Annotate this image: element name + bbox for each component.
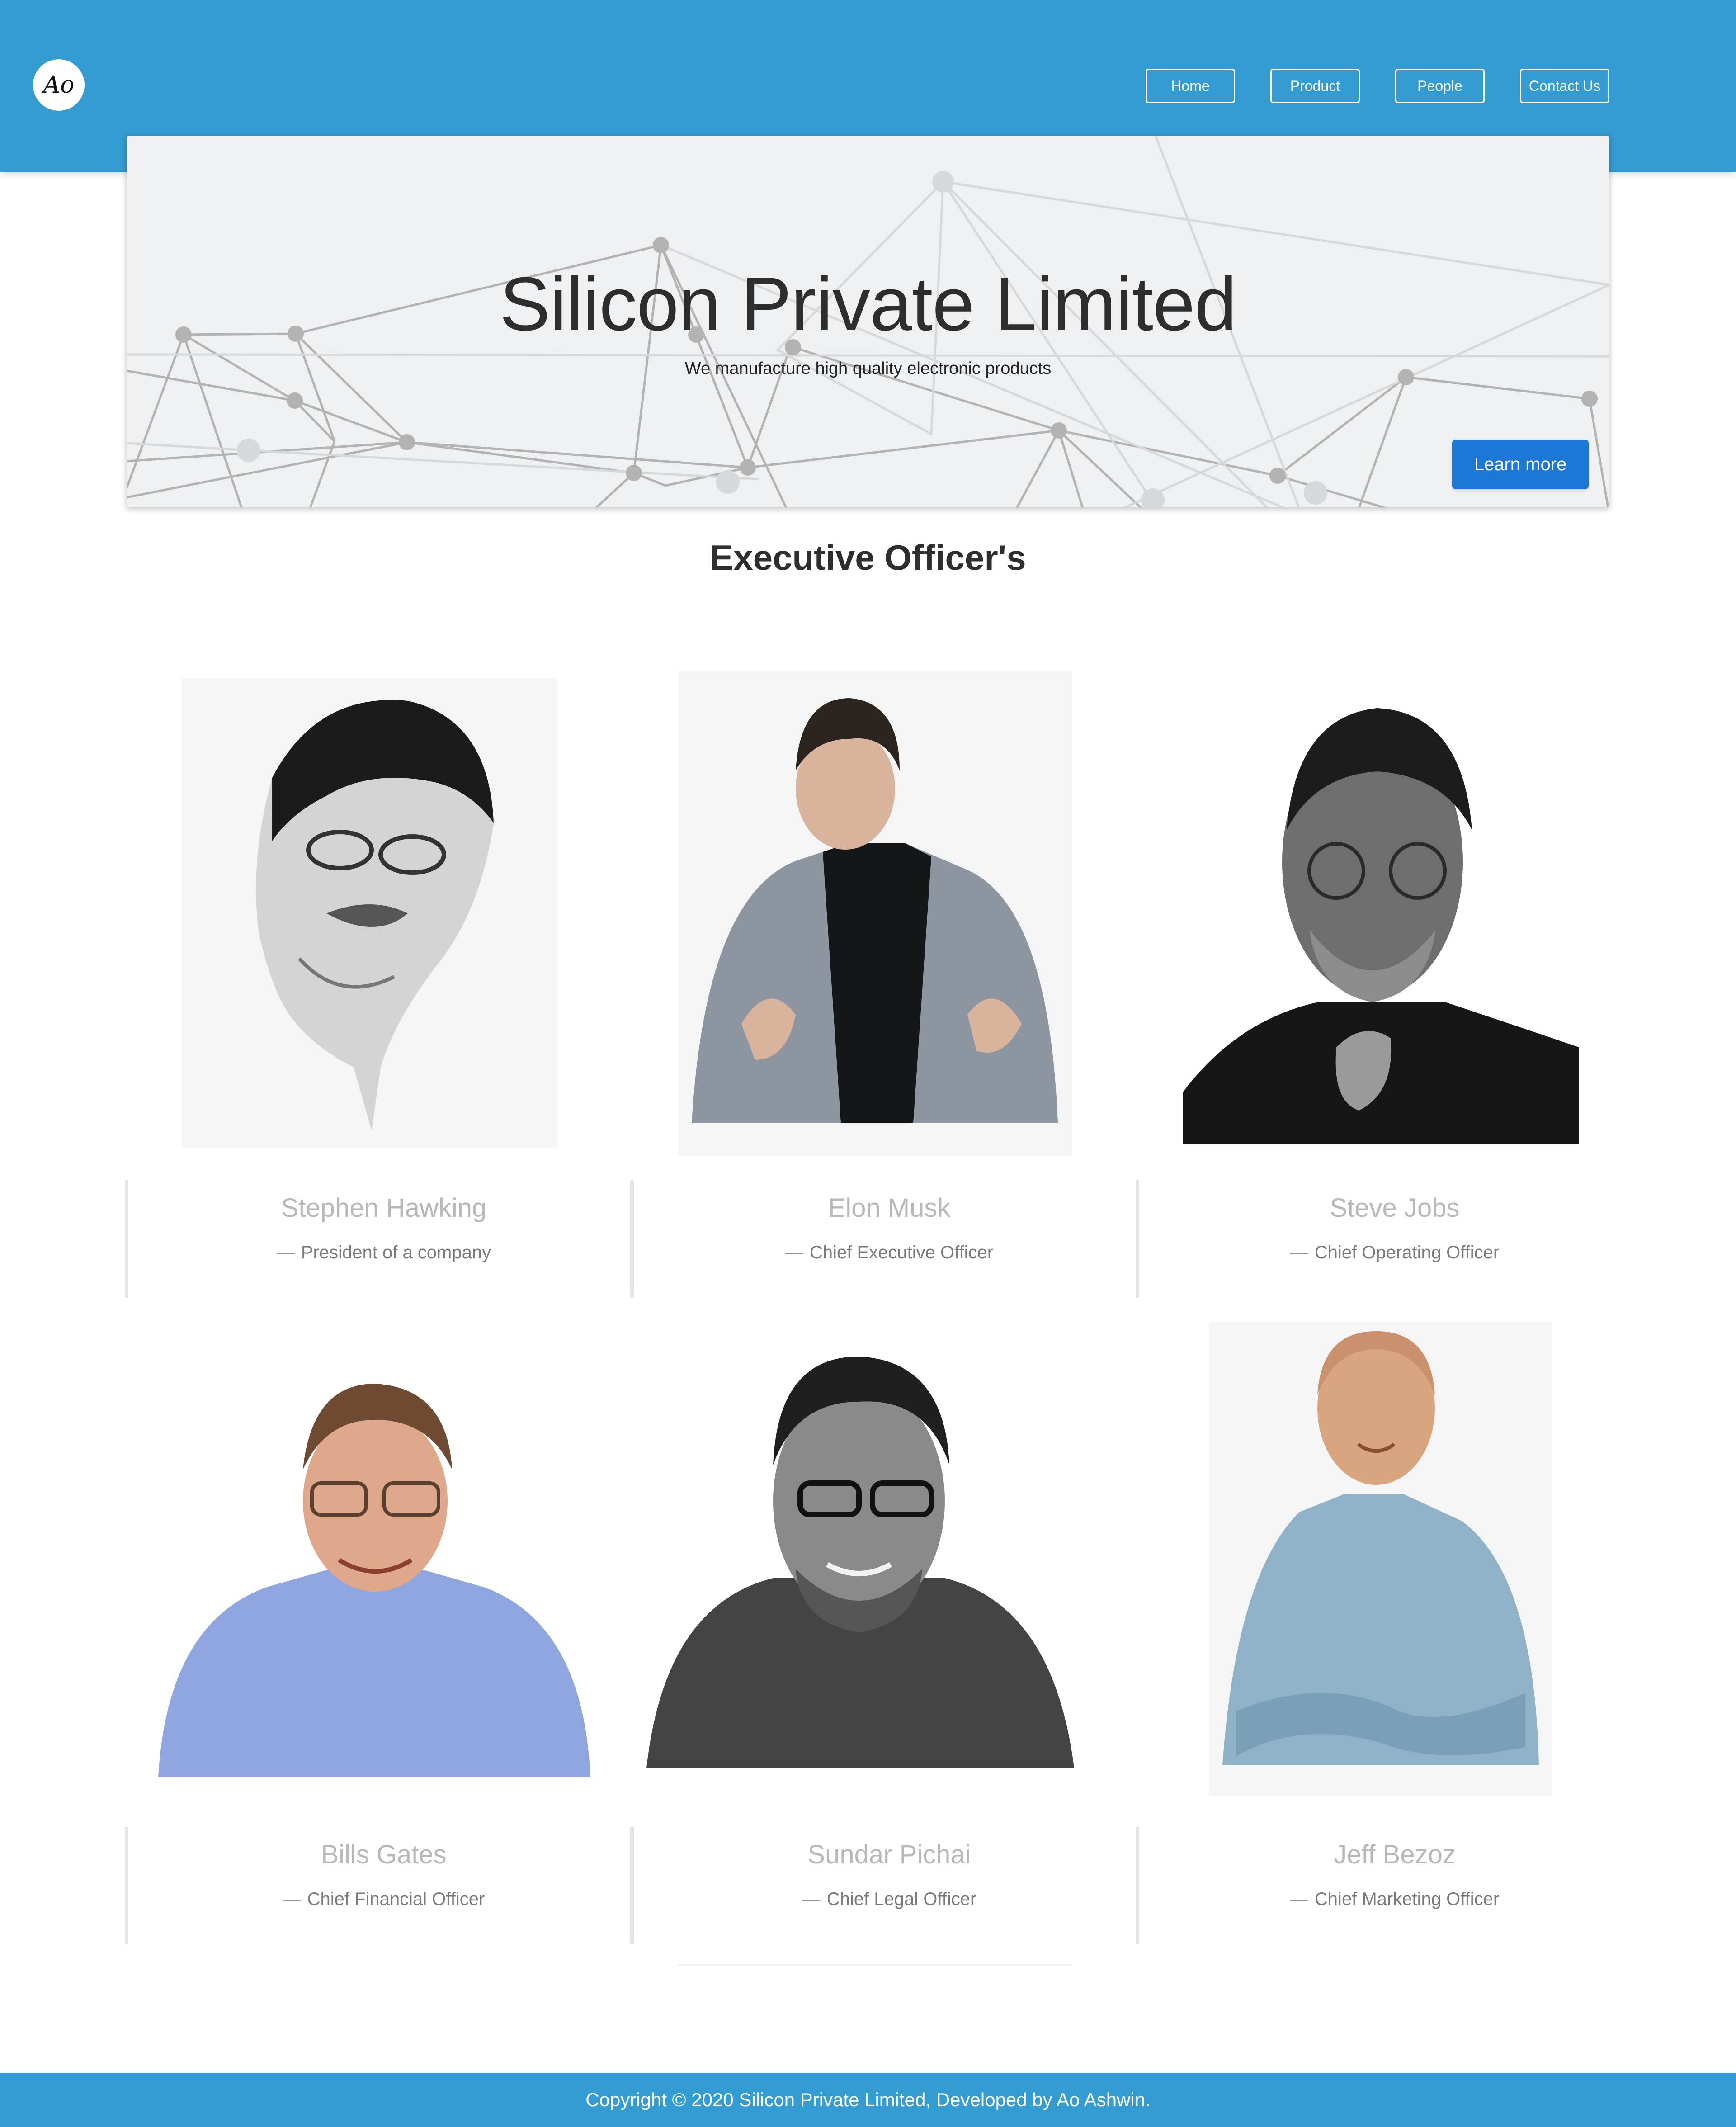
nav-contact-button[interactable]: Contact Us — [1520, 69, 1609, 103]
officer-name: Stephen Hawking — [281, 1193, 487, 1223]
nav-product-button[interactable]: Product — [1270, 69, 1360, 103]
officer-card: Steve Jobs — Chief Operating Officer — [1136, 1180, 1637, 1298]
officer-card: Sundar Pichai — Chief Legal Officer — [630, 1827, 1132, 1944]
logo[interactable]: Ao — [33, 59, 85, 111]
site-footer: Copyright © 2020 Silicon Private Limited… — [0, 2073, 1736, 2127]
officer-name: Jeff Bezoz — [1334, 1840, 1456, 1869]
nav-people-button[interactable]: People — [1395, 69, 1485, 103]
hero-tagline: We manufacture high quality electronic p… — [684, 359, 1052, 378]
learn-more-button[interactable]: Learn more — [1452, 440, 1589, 489]
officer-photo-pichai — [646, 1352, 1074, 1768]
officer-role: — President of a company — [276, 1243, 491, 1262]
officer-role: — Chief Operating Officer — [1290, 1243, 1500, 1262]
section-title: Executive Officer's — [710, 538, 1026, 577]
nav-home-button[interactable]: Home — [1146, 69, 1235, 103]
officer-name: Bills Gates — [321, 1840, 447, 1869]
officer-photo-jobs — [1183, 704, 1579, 1144]
officer-photo-gates — [158, 1370, 590, 1777]
officer-photo-hawking — [182, 678, 557, 1148]
officer-card: Bills Gates — Chief Financial Officer — [125, 1827, 627, 1944]
officer-photo-musk — [678, 671, 1072, 1156]
officer-name: Elon Musk — [828, 1193, 951, 1223]
officer-photo-bezos — [1209, 1322, 1552, 1796]
hero-title: Silicon Private Limited — [500, 261, 1237, 346]
officer-name: Steve Jobs — [1330, 1193, 1460, 1223]
hero-banner: Silicon Private Limited We manufacture h… — [127, 136, 1609, 507]
officer-role: — Chief Executive Officer — [785, 1243, 994, 1262]
officer-card: Jeff Bezoz — Chief Marketing Officer — [1136, 1827, 1637, 1944]
officer-name: Sundar Pichai — [807, 1840, 971, 1869]
copyright-text: Copyright © 2020 Silicon Private Limited… — [585, 2089, 1151, 2110]
officer-role: — Chief Legal Officer — [802, 1889, 976, 1909]
officer-card: Elon Musk — Chief Executive Officer — [630, 1180, 1132, 1298]
officer-role: — Chief Financial Officer — [283, 1889, 485, 1909]
officer-card: Stephen Hawking — President of a company — [125, 1180, 627, 1298]
divider — [678, 1964, 1071, 1966]
officer-role: — Chief Marketing Officer — [1290, 1889, 1500, 1909]
